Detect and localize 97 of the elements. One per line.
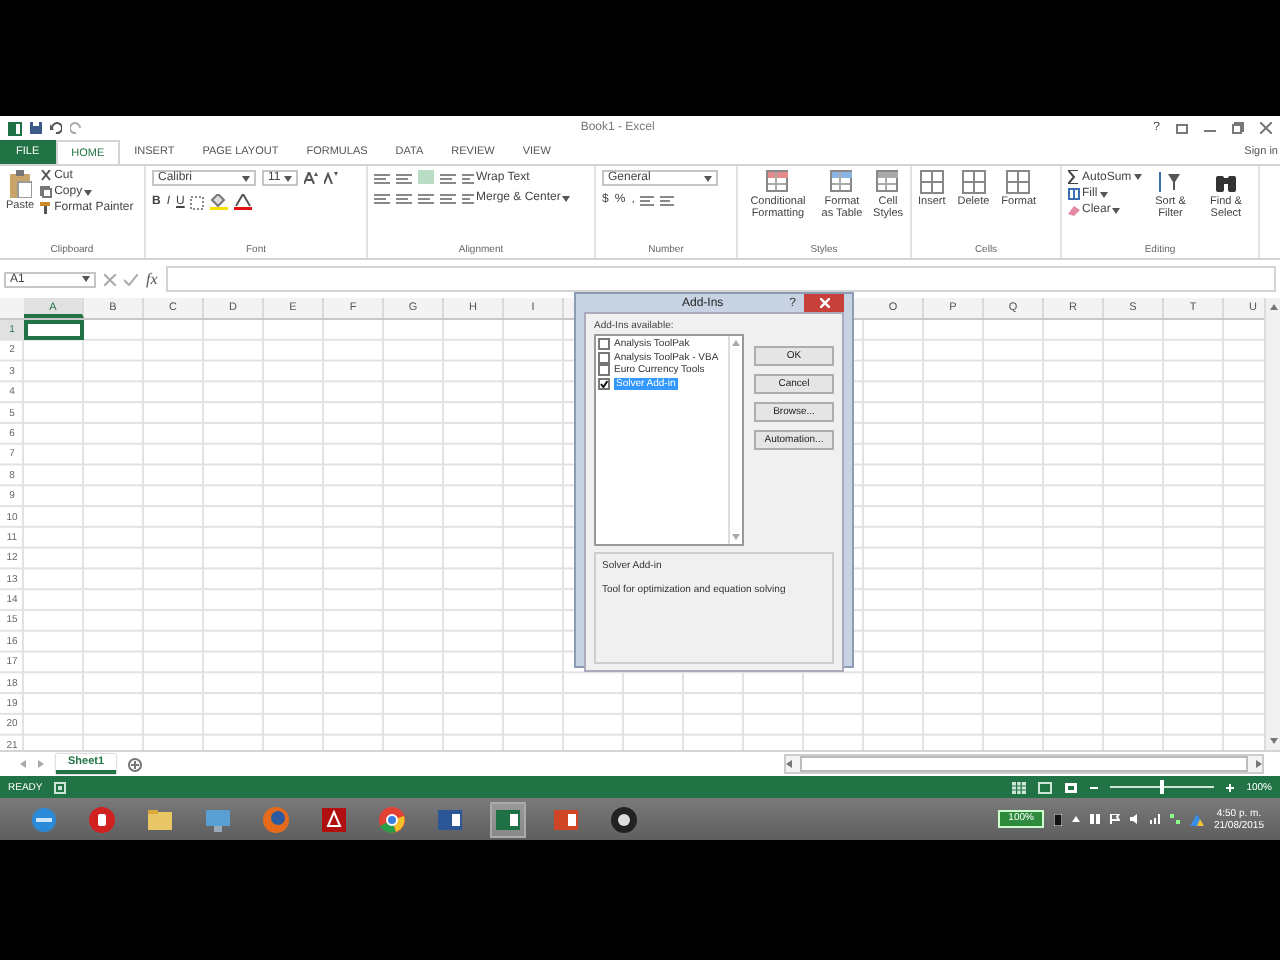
- globe-fox-icon: [262, 805, 290, 833]
- eraser-icon: [1068, 204, 1080, 216]
- undo-icon: [50, 122, 62, 134]
- taskbar-button[interactable]: [374, 801, 410, 837]
- cancel-entry-icon: [104, 273, 116, 285]
- shrink-font-icon: [324, 172, 338, 184]
- spreadsheet-icon: [494, 805, 522, 833]
- app-tray-icon: [1169, 814, 1180, 824]
- sum-icon: [1068, 170, 1080, 184]
- merge-icon: [462, 192, 474, 204]
- vertical-scrollbar[interactable]: [1264, 298, 1280, 750]
- zoom-out-icon: [1090, 783, 1099, 791]
- macro-record-icon: [54, 781, 67, 793]
- check-icon: [600, 379, 608, 388]
- page-layout-view-icon: [1038, 781, 1053, 793]
- cells-icon: [919, 170, 944, 194]
- scroll-down-icon: [1269, 738, 1277, 744]
- sort-filter-icon: [1158, 170, 1183, 194]
- enter-check-icon: [124, 273, 138, 285]
- checkbox[interactable]: [598, 364, 610, 377]
- taskbar-button[interactable]: [490, 801, 526, 837]
- taskbar-button[interactable]: [606, 801, 642, 837]
- zoom-in-icon: [1226, 783, 1235, 791]
- borders-icon: [190, 195, 205, 209]
- active-cell[interactable]: [24, 320, 84, 341]
- close-button[interactable]: [804, 294, 844, 312]
- network-icon: [1089, 814, 1100, 824]
- restore-icon: [1232, 122, 1244, 134]
- presentation-icon: [552, 805, 580, 833]
- binoculars-icon: [1213, 170, 1238, 194]
- caret-icon: [562, 195, 571, 201]
- volume-icon: [1129, 814, 1140, 824]
- add-sheet-icon: [128, 757, 143, 771]
- fill-down-icon: [1068, 188, 1080, 200]
- caret-icon: [1133, 174, 1142, 180]
- recorder-icon: [610, 805, 638, 833]
- wrap-icon: [462, 171, 474, 183]
- table-format-icon: [765, 170, 790, 194]
- align-right-icon: [418, 192, 434, 204]
- document-reader-icon: [320, 805, 348, 833]
- round-browser-icon: [378, 805, 406, 833]
- normal-view-icon: [1012, 781, 1027, 793]
- battery-icon: [1053, 813, 1062, 825]
- checkbox[interactable]: [598, 338, 610, 351]
- align-middle-icon: [396, 171, 412, 183]
- scissors-icon: [40, 170, 53, 182]
- checkbox[interactable]: [598, 377, 610, 390]
- indent-icon: [440, 192, 456, 204]
- browser-icon: [30, 805, 58, 833]
- checkbox[interactable]: [598, 351, 610, 364]
- monitor-icon: [204, 805, 232, 833]
- formula-input[interactable]: [165, 266, 1276, 292]
- scroll-left-icon: [786, 760, 792, 768]
- excel-logo-icon: [8, 121, 22, 135]
- close-icon: [819, 298, 829, 308]
- fill-color-icon: [210, 194, 229, 210]
- table-format-icon: [830, 170, 854, 194]
- grow-font-icon: [304, 172, 318, 184]
- align-bottom-icon: [418, 170, 434, 184]
- insert-function-button[interactable]: fx: [146, 270, 158, 288]
- scroll-up-icon: [732, 340, 740, 346]
- cells-icon: [961, 170, 986, 194]
- taskbar-button[interactable]: [84, 801, 120, 837]
- ribbon-display-icon: [1176, 123, 1188, 133]
- align-left-icon: [374, 192, 390, 204]
- show-hidden-icon: [1071, 816, 1080, 822]
- previous-sheet-icon: [20, 760, 26, 768]
- redo-icon: [70, 122, 82, 134]
- next-sheet-icon: [38, 760, 44, 768]
- word-processor-icon: [436, 805, 464, 833]
- scroll-down-icon: [732, 534, 740, 540]
- cloud-icon: [1189, 813, 1204, 825]
- signal-icon: [1149, 814, 1160, 824]
- page-break-view-icon: [1064, 781, 1079, 793]
- caret-icon: [284, 175, 292, 181]
- scroll-up-icon: [1269, 304, 1277, 310]
- media-player-icon: [88, 805, 116, 833]
- cells-icon: [1006, 170, 1031, 194]
- caret-icon: [1112, 207, 1121, 213]
- caret-icon: [82, 276, 90, 282]
- folder-icon: [146, 805, 174, 833]
- caret-icon: [704, 175, 712, 181]
- align-top-icon: [374, 171, 390, 183]
- clipboard-icon: [8, 170, 33, 198]
- flag-icon: [1109, 814, 1120, 824]
- save-icon: [30, 122, 42, 134]
- align-center-icon: [396, 192, 412, 204]
- copy-icon: [40, 186, 53, 198]
- table-format-icon: [876, 170, 901, 194]
- caret-icon: [1099, 191, 1108, 197]
- caret-icon: [242, 175, 250, 181]
- close-icon: [1260, 122, 1272, 134]
- font-color-icon: [234, 194, 253, 210]
- caret-icon: [84, 189, 93, 195]
- horizontal-scrollbar[interactable]: [784, 754, 1264, 774]
- scroll-right-icon: [1256, 760, 1262, 768]
- brush-icon: [40, 202, 53, 214]
